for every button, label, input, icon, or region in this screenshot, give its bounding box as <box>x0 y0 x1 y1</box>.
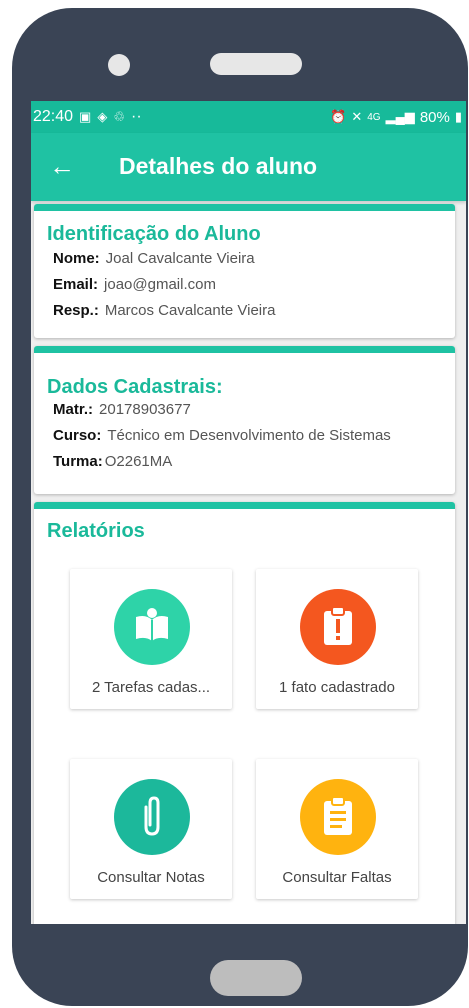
paperclip-icon <box>114 779 190 855</box>
field-turma: Turma: O2261MA <box>53 453 455 479</box>
field-value: O2261MA <box>104 453 173 470</box>
book-icon <box>114 589 190 665</box>
field-value: joao@gmail.com <box>104 276 216 293</box>
identificacao-title: Identificação do Aluno <box>47 223 261 245</box>
clipboard-icon <box>300 779 376 855</box>
alarm-icon: ⏰ <box>330 109 347 124</box>
field-value: Marcos Cavalcante Vieira <box>104 302 276 319</box>
battery-level: 80% <box>419 108 450 126</box>
field-resp: Resp.: Marcos Cavalcante Vieira <box>53 302 455 328</box>
signal-icon: ▂▄▆ <box>385 109 415 124</box>
notas-tile[interactable]: Consultar Notas <box>70 759 232 899</box>
card-accent <box>34 346 455 353</box>
tile-label: 1 fato cadastrado <box>279 679 395 696</box>
network-type: 4G <box>367 111 381 123</box>
field-label: Curso: <box>53 427 102 444</box>
cadastrais-title: Dados Cadastrais: <box>47 376 223 398</box>
field-label: Turma: <box>53 453 103 470</box>
relatorios-card: Relatórios 2 Tarefas cadas... 1 fato cad… <box>34 502 455 924</box>
status-time: 22:40 <box>33 108 74 125</box>
app-bar: ← Detalhes do aluno <box>31 133 466 201</box>
field-curso: Curso: Técnico em Desenvolvimento de Sis… <box>53 427 455 453</box>
home-button[interactable] <box>210 960 302 996</box>
diamond-icon: ◈ <box>97 109 108 124</box>
field-label: Matr.: <box>53 401 94 418</box>
status-more: ·· <box>131 108 142 125</box>
field-value: Técnico em Desenvolvimento de Sistemas <box>107 427 391 444</box>
field-nome: Nome: Joal Cavalcante Vieira <box>53 250 455 276</box>
field-matricula: Matr.: 20178903677 <box>53 401 455 427</box>
battery-icon: ▮ <box>454 109 462 124</box>
status-bar: 22:40 ▣ ◈ ♲ ·· ⏰ ✕ 4G ▂▄▆ 80% ▮ <box>31 101 466 133</box>
alert-clipboard-icon <box>300 589 376 665</box>
tarefas-tile[interactable]: 2 Tarefas cadas... <box>70 569 232 709</box>
gallery-icon: ▣ <box>79 109 92 124</box>
field-label: Resp.: <box>53 302 99 319</box>
camera <box>108 54 130 76</box>
field-label: Email: <box>53 276 99 293</box>
identificacao-card: Identificação do Aluno Nome: Joal Cavalc… <box>34 204 455 338</box>
mute-icon: ✕ <box>351 109 363 124</box>
fatos-tile[interactable]: 1 fato cadastrado <box>256 569 418 709</box>
card-accent <box>34 204 455 211</box>
tile-label: Consultar Faltas <box>282 869 392 886</box>
field-email: Email: joao@gmail.com <box>53 276 455 302</box>
card-accent <box>34 502 455 509</box>
field-value: 20178903677 <box>99 401 191 418</box>
faltas-tile[interactable]: Consultar Faltas <box>256 759 418 899</box>
screen: 22:40 ▣ ◈ ♲ ·· ⏰ ✕ 4G ▂▄▆ 80% ▮ ← Detalh… <box>31 101 466 924</box>
page-title: Detalhes do aluno <box>119 153 318 179</box>
speaker <box>210 53 302 75</box>
field-label: Nome: <box>53 250 100 267</box>
back-arrow-icon[interactable]: ← <box>47 151 77 181</box>
cadastrais-card: Dados Cadastrais: Matr.: 20178903677 Cur… <box>34 346 455 494</box>
field-value: Joal Cavalcante Vieira <box>105 250 255 267</box>
tile-label: 2 Tarefas cadas... <box>91 679 211 696</box>
recycle-icon: ♲ <box>113 109 125 124</box>
relatorios-title: Relatórios <box>47 520 145 542</box>
tile-label: Consultar Notas <box>97 869 205 886</box>
